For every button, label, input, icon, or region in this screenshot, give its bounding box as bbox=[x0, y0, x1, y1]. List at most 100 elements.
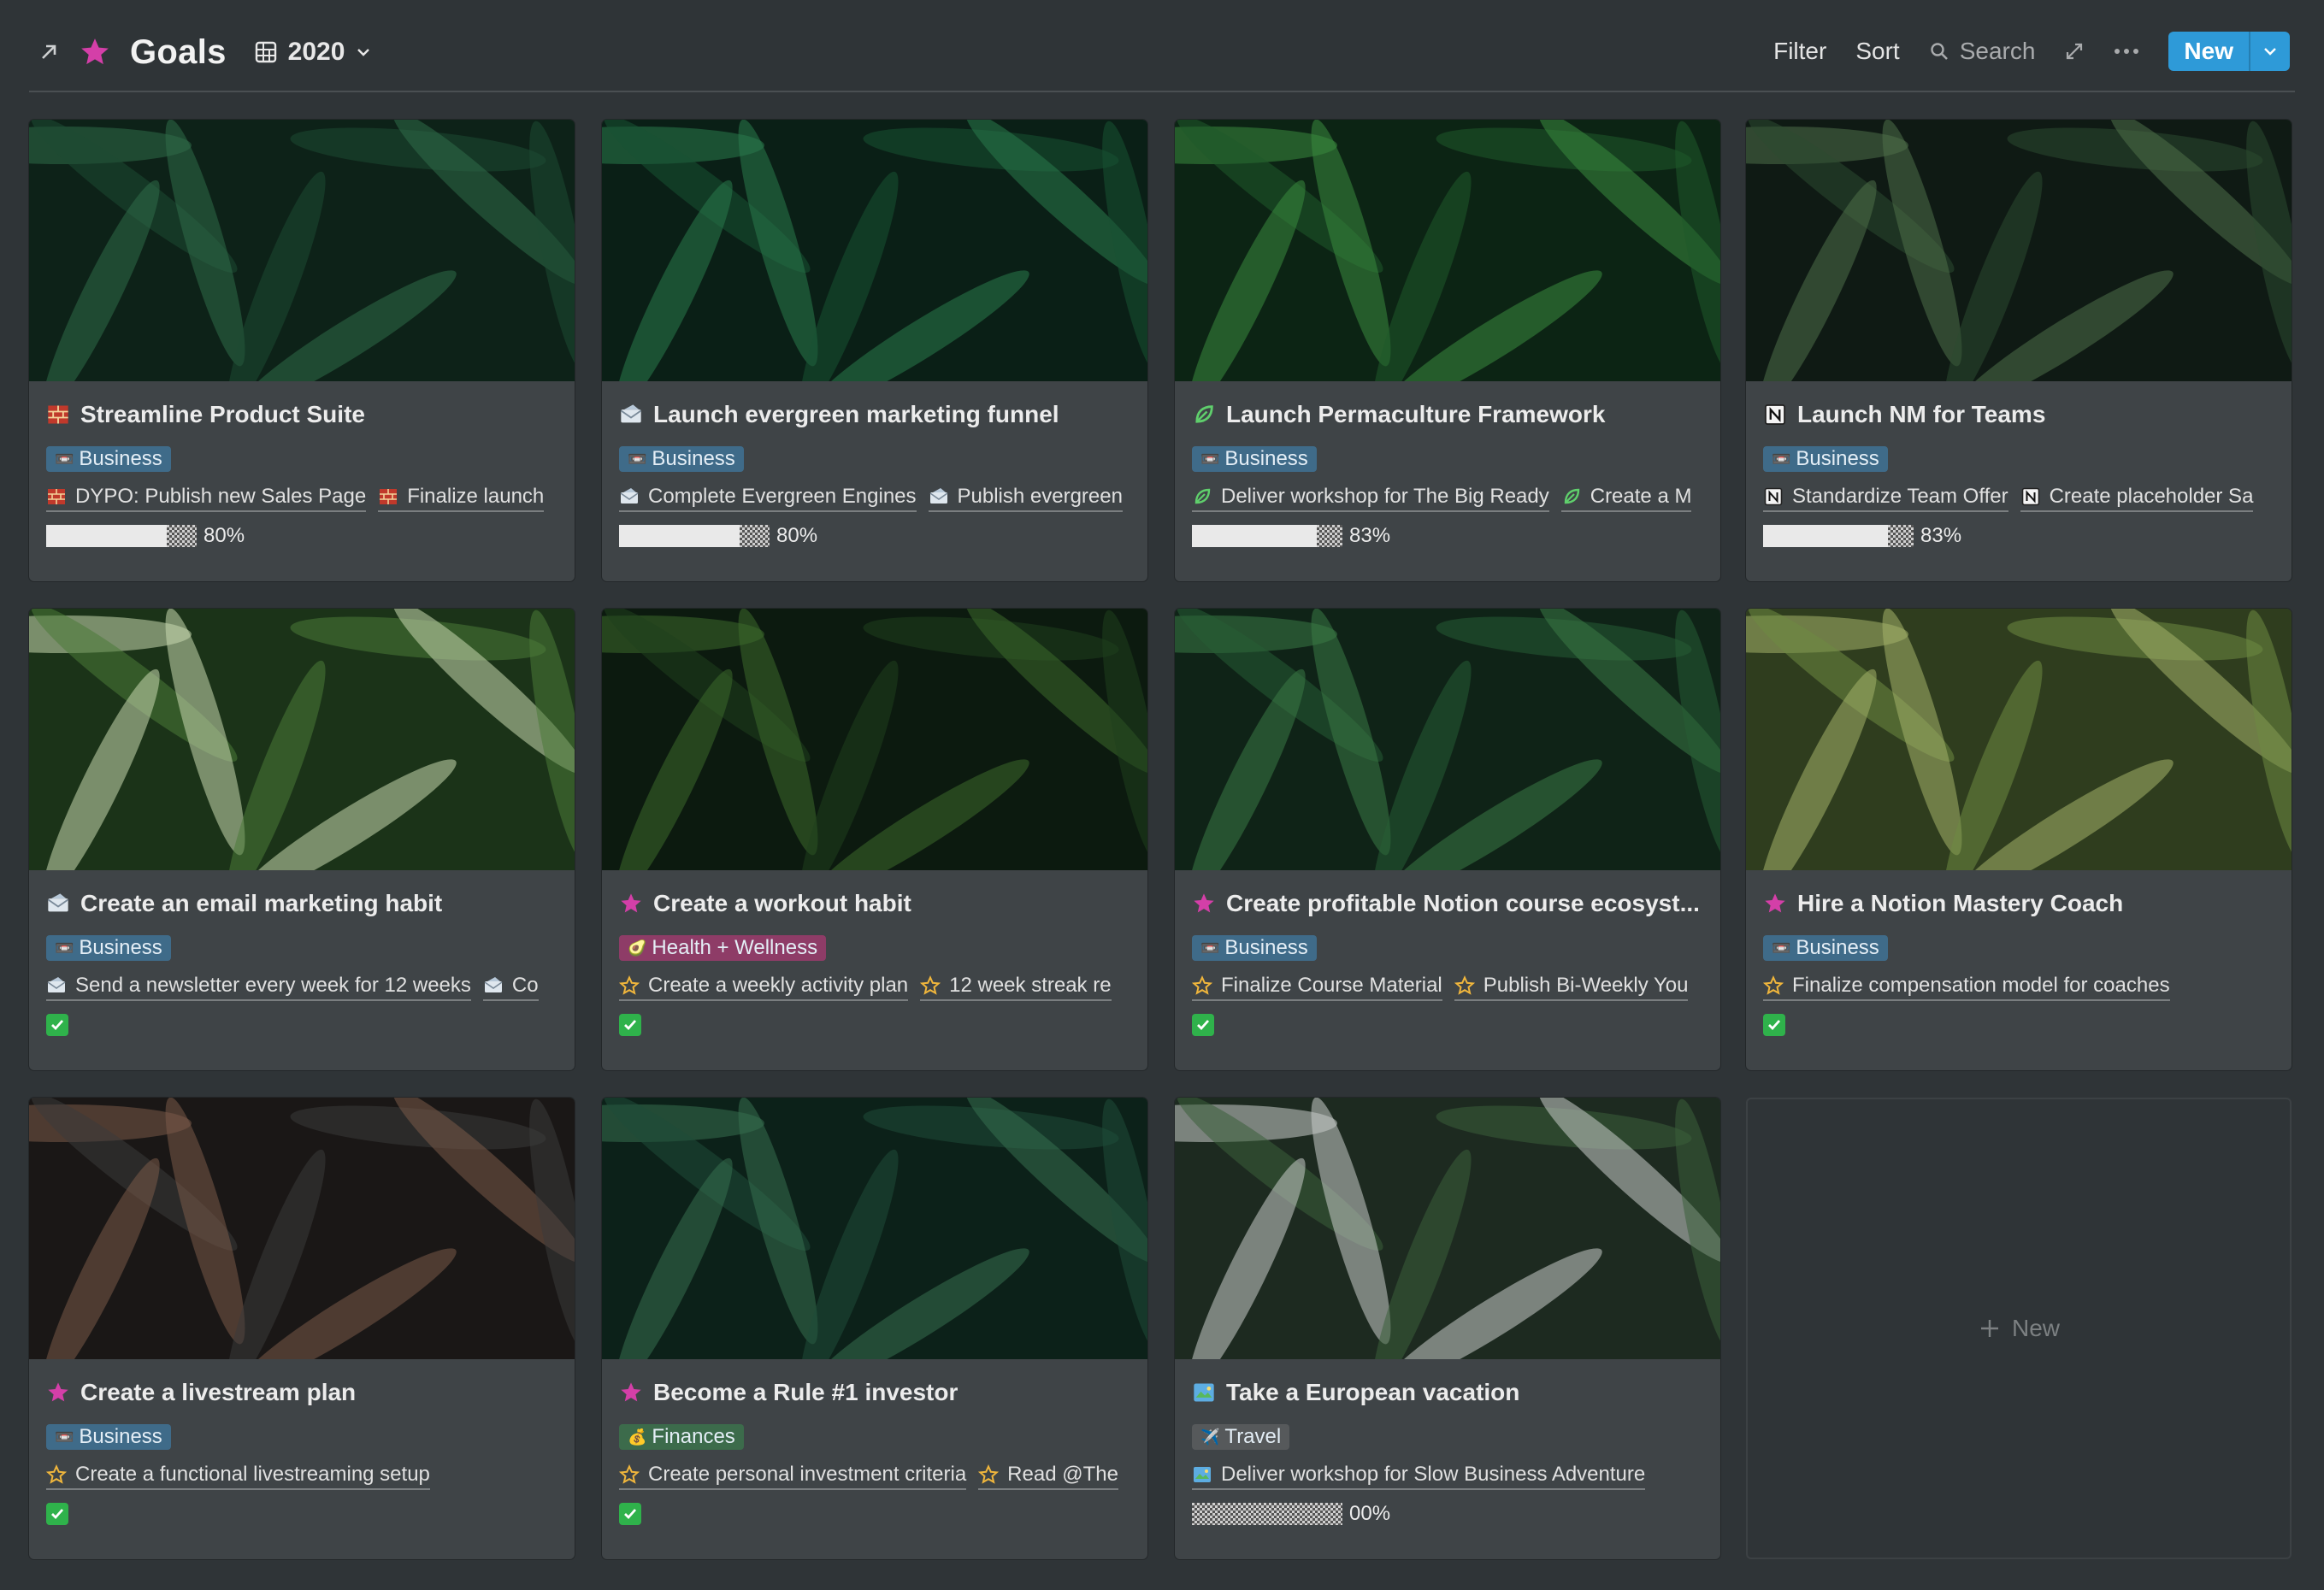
goal-card[interactable]: Launch evergreen marketing funnel 📼 Busi… bbox=[602, 120, 1147, 581]
related-task-link[interactable]: Finalize compensation model for coaches bbox=[1763, 974, 2170, 1001]
add-new-label: New bbox=[2011, 1315, 2060, 1341]
related-tasks: DYPO: Publish new Sales Page Finalize la… bbox=[46, 482, 575, 515]
new-button[interactable]: New bbox=[2168, 32, 2290, 71]
card-title[interactable]: Create a livestream plan bbox=[46, 1375, 356, 1410]
search-button[interactable]: Search bbox=[1929, 38, 2035, 65]
progress: 83% bbox=[1763, 521, 1961, 551]
category-tag: 🥑 Health + Wellness bbox=[619, 935, 827, 961]
view-switcher[interactable]: 2020 bbox=[254, 38, 373, 67]
related-task-link[interactable]: Publish Bi-Weekly You bbox=[1454, 974, 1689, 1001]
related-task-link[interactable]: 12 week streak re bbox=[920, 974, 1112, 1001]
related-task-link[interactable]: Publish evergreen bbox=[928, 485, 1123, 512]
category-tag: 📼 Business bbox=[46, 1424, 171, 1450]
expand-icon[interactable] bbox=[2064, 41, 2085, 62]
goal-card[interactable]: Hire a Notion Mastery Coach 📼 Business F… bbox=[1746, 609, 2292, 1070]
top-toolbar: Goals 2020 Filter Sort Search New bbox=[0, 0, 2324, 91]
tag-emoji: 📼 bbox=[1200, 450, 1220, 468]
related-task-label: Finalize Course Material bbox=[1221, 974, 1442, 997]
progress-label: 80% bbox=[776, 524, 818, 547]
open-as-page-icon[interactable] bbox=[38, 41, 60, 63]
related-task-link[interactable]: Send a newsletter every week for 12 week… bbox=[46, 974, 471, 1001]
related-task-link[interactable]: Standardize Team Offer bbox=[1763, 485, 2008, 512]
card-cover-image bbox=[29, 609, 575, 870]
related-task-link[interactable]: Read @The bbox=[978, 1463, 1118, 1490]
tag-emoji: 🥑 bbox=[628, 939, 647, 957]
progress: 00% bbox=[1192, 1499, 1390, 1528]
goal-card[interactable]: Launch NM for Teams 📼 Business Standardi… bbox=[1746, 120, 2292, 581]
related-task-link[interactable]: Finalize launch bbox=[378, 485, 545, 512]
card-cover-image bbox=[1746, 120, 2292, 381]
toolbar-right: Filter Sort Search New bbox=[1773, 29, 2290, 74]
related-task-label: Finalize compensation model for coaches bbox=[1792, 974, 2170, 997]
add-new-card[interactable]: New bbox=[1746, 1098, 2292, 1559]
search-icon bbox=[1931, 43, 1948, 60]
envelope-icon bbox=[929, 486, 949, 507]
related-task-link[interactable]: Create personal investment criteria bbox=[619, 1463, 967, 1490]
card-title[interactable]: Streamline Product Suite bbox=[46, 397, 365, 433]
card-title[interactable]: Create profitable Notion course ecosyst.… bbox=[1192, 886, 1700, 922]
outline-star-icon bbox=[978, 1464, 1000, 1485]
progress-bar bbox=[1192, 525, 1342, 547]
goal-card[interactable]: Take a European vacation ✈️ Travel Deliv… bbox=[1175, 1098, 1720, 1559]
related-task-label: Complete Evergreen Engines bbox=[648, 485, 917, 508]
tag-label: Health + Wellness bbox=[652, 936, 818, 959]
card-title-text: Launch Permaculture Framework bbox=[1226, 401, 1606, 427]
card-title[interactable]: Become a Rule #1 investor bbox=[619, 1375, 958, 1410]
goal-card[interactable]: Create a livestream plan 📼 Business Crea… bbox=[29, 1098, 575, 1559]
card-title[interactable]: Launch Permaculture Framework bbox=[1192, 397, 1605, 433]
goal-card[interactable]: Become a Rule #1 investor 💰 Finances Cre… bbox=[602, 1098, 1147, 1559]
notion-icon bbox=[1763, 403, 1787, 427]
filter-button[interactable]: Filter bbox=[1773, 38, 1826, 65]
related-task-link[interactable]: DYPO: Publish new Sales Page bbox=[46, 485, 367, 512]
card-title[interactable]: Take a European vacation bbox=[1192, 1375, 1519, 1410]
tag-label: Business bbox=[652, 447, 735, 470]
tag-emoji: ✈️ bbox=[1200, 1428, 1220, 1446]
outline-star-icon bbox=[1763, 975, 1784, 996]
leaf-icon bbox=[1192, 486, 1212, 507]
card-title[interactable]: Create a workout habit bbox=[619, 886, 911, 922]
done-check-icon bbox=[46, 1014, 68, 1036]
done-check-icon bbox=[619, 1503, 641, 1525]
related-task-link[interactable]: Deliver workshop for Slow Business Adven… bbox=[1192, 1463, 1646, 1490]
goal-card[interactable]: Streamline Product Suite 📼 Business DYPO… bbox=[29, 120, 575, 581]
card-title[interactable]: Launch evergreen marketing funnel bbox=[619, 397, 1059, 433]
related-task-link[interactable]: Create a weekly activity plan bbox=[619, 974, 909, 1001]
related-task-link[interactable]: Complete Evergreen Engines bbox=[619, 485, 917, 512]
outline-star-icon bbox=[46, 1464, 67, 1485]
related-task-link[interactable]: Deliver workshop for The Big Ready bbox=[1192, 485, 1549, 512]
page-title: Goals bbox=[130, 32, 227, 71]
plus-icon bbox=[1980, 1320, 1998, 1337]
goal-card[interactable]: Create an email marketing habit 📼 Busine… bbox=[29, 609, 575, 1070]
related-task-link[interactable]: Finalize Course Material bbox=[1192, 974, 1442, 1001]
sort-button[interactable]: Sort bbox=[1855, 38, 1899, 65]
progress-bar bbox=[46, 525, 197, 547]
goal-card[interactable]: Create profitable Notion course ecosyst.… bbox=[1175, 609, 1720, 1070]
outline-star-icon bbox=[1192, 975, 1212, 996]
progress-bar bbox=[1192, 1503, 1342, 1525]
category-tag: 📼 Business bbox=[1763, 935, 1888, 961]
card-title[interactable]: Create an email marketing habit bbox=[46, 886, 442, 922]
tag-label: Business bbox=[1796, 936, 1879, 959]
card-title[interactable]: Hire a Notion Mastery Coach bbox=[1763, 886, 2123, 922]
related-task-link[interactable]: Create a M bbox=[1560, 485, 1692, 512]
done-check-icon bbox=[619, 1014, 641, 1036]
star-icon bbox=[46, 1381, 70, 1404]
card-title-text: Create a livestream plan bbox=[80, 1379, 357, 1405]
outline-star-icon bbox=[619, 975, 640, 996]
goal-card[interactable]: Create a workout habit 🥑 Health + Wellne… bbox=[602, 609, 1147, 1070]
tag-label: Business bbox=[79, 447, 162, 470]
related-task-link[interactable]: Create placeholder Sa bbox=[2020, 485, 2254, 512]
related-task-label: Send a newsletter every week for 12 week… bbox=[75, 974, 471, 997]
more-icon[interactable] bbox=[2114, 47, 2139, 56]
card-cover-image bbox=[1175, 1098, 1720, 1359]
progress-bar bbox=[1763, 525, 1914, 547]
related-task-link[interactable]: Create a functional livestreaming setup bbox=[46, 1463, 430, 1490]
progress-label: 83% bbox=[1349, 524, 1391, 547]
related-task-link[interactable]: Co bbox=[482, 974, 539, 1001]
tag-emoji: 📼 bbox=[1772, 450, 1791, 468]
new-options-chevron-icon[interactable] bbox=[2249, 32, 2290, 71]
category-tag: 📼 Business bbox=[1192, 935, 1317, 961]
card-title[interactable]: Launch NM for Teams bbox=[1763, 397, 2045, 433]
toolbar-left: Goals 2020 bbox=[38, 27, 372, 77]
goal-card[interactable]: Launch Permaculture Framework 📼 Business… bbox=[1175, 120, 1720, 581]
